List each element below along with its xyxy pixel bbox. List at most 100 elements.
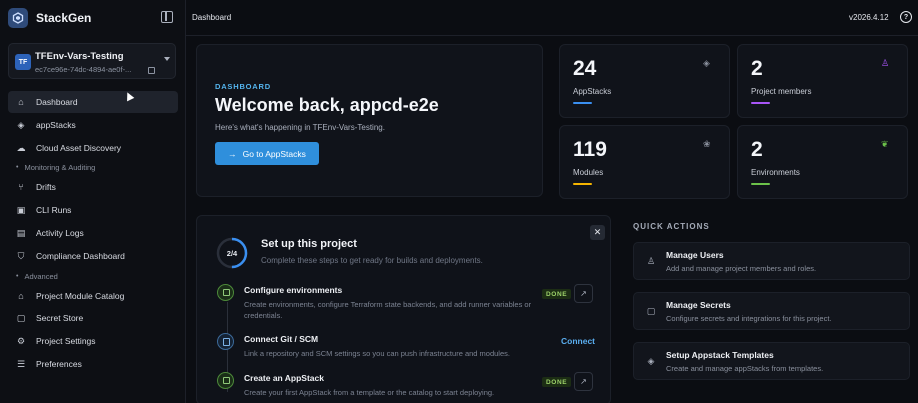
- welcome-subtitle: Here's what's happening in TFEnv-Vars-Te…: [215, 123, 385, 132]
- sidebar-item-label: appStacks: [36, 119, 76, 130]
- quick-action-name: Manage Secrets: [666, 300, 731, 310]
- shield-icon: ⛉: [17, 250, 25, 261]
- terminal-icon: ▣: [16, 205, 26, 216]
- version-label: v2026.4.12: [849, 13, 889, 22]
- breadcrumb[interactable]: Dashboard: [192, 13, 231, 22]
- stat-card-modules[interactable]: 119 Modules ❀: [559, 125, 730, 199]
- stat-card-environments[interactable]: 2 Environments ❦: [737, 125, 908, 199]
- quick-action-desc: Create and manage appStacks from templat…: [666, 364, 824, 373]
- sidebar-item-secret-store[interactable]: ▢ Secret Store: [8, 307, 178, 329]
- progress-text: 2/4: [226, 248, 238, 258]
- step-done-icon: [217, 372, 234, 389]
- sidebar-item-label: Preferences: [36, 358, 82, 369]
- sidebar-item-project-module-catalog[interactable]: ⌂ Project Module Catalog: [8, 285, 178, 307]
- quick-action-manage-secrets[interactable]: ▢ Manage Secrets Configure secrets and i…: [633, 292, 910, 330]
- modules-icon: ❀: [703, 139, 711, 149]
- button-label: Go to AppStacks: [242, 148, 306, 159]
- stat-card-appstacks[interactable]: 24 AppStacks ◈: [559, 44, 730, 118]
- sidebar-nav: ⌂ Dashboard ◈ appStacks ☁ Cloud Asset Di…: [8, 91, 178, 376]
- section-label: Monitoring & Auditing: [24, 163, 96, 173]
- quick-actions-title: QUICK ACTIONS: [633, 222, 710, 231]
- sidebar-item-appstacks[interactable]: ◈ appStacks: [8, 114, 178, 136]
- quick-action-name: Manage Users: [666, 250, 724, 260]
- stat-label: Modules: [573, 168, 604, 177]
- quick-action-desc: Add and manage project members and roles…: [666, 264, 817, 273]
- section-label: Advanced: [24, 271, 58, 281]
- copy-icon[interactable]: [148, 67, 155, 74]
- quick-action-manage-users[interactable]: ♙ Manage Users Add and manage project me…: [633, 242, 910, 280]
- collapse-icon: •: [16, 272, 19, 280]
- sidebar-item-label: Drifts: [36, 182, 56, 193]
- project-name: TFEnv-Vars-Testing: [35, 51, 124, 62]
- step-title: Connect Git / SCM: [244, 334, 319, 344]
- quick-action-name: Setup Appstack Templates: [666, 350, 774, 360]
- sliders-icon: ☰: [16, 358, 26, 369]
- layers-icon: ◈: [17, 119, 25, 130]
- stat-value: 2: [751, 57, 763, 80]
- sidebar-item-preferences[interactable]: ☰ Preferences: [8, 353, 178, 375]
- collapse-sidebar-icon[interactable]: [161, 11, 173, 23]
- close-icon[interactable]: ✕: [590, 225, 605, 240]
- section-monitoring[interactable]: • Monitoring & Auditing: [8, 159, 178, 176]
- sidebar: StackGen TF TFEnv-Vars-Testing ec7ce96e-…: [0, 0, 186, 403]
- lock-icon: ▢: [646, 306, 656, 316]
- sidebar-item-label: Cloud Asset Discovery: [36, 142, 122, 153]
- sidebar-item-dashboard[interactable]: ⌂ Dashboard: [8, 91, 178, 113]
- step-desc: Link a repository and SCM settings so yo…: [244, 349, 510, 358]
- go-to-appstacks-button[interactable]: → Go to AppStacks: [215, 142, 319, 165]
- chevron-down-icon[interactable]: [164, 57, 170, 61]
- step-desc: Create your first AppStack from a templa…: [244, 388, 495, 397]
- arrow-right-icon: →: [228, 148, 237, 159]
- brand[interactable]: StackGen: [8, 8, 91, 28]
- welcome-kicker: DASHBOARD: [215, 82, 271, 91]
- stat-card-project-members[interactable]: 2 Project members ♙: [737, 44, 908, 118]
- sidebar-item-cloud-asset-discovery[interactable]: ☁ Cloud Asset Discovery: [8, 137, 178, 159]
- sidebar-item-drifts[interactable]: ⑂ Drifts: [8, 176, 178, 198]
- sidebar-item-compliance-dashboard[interactable]: ⛉ Compliance Dashboard: [8, 245, 178, 267]
- sidebar-item-label: Project Module Catalog: [36, 290, 125, 301]
- section-advanced[interactable]: • Advanced: [8, 268, 178, 285]
- branch-icon: ⑂: [18, 182, 24, 193]
- stat-accent-bar: [751, 102, 770, 104]
- step-desc: Create environments, configure Terraform…: [244, 300, 532, 320]
- home-icon: ⌂: [18, 97, 24, 107]
- user-icon: ♙: [881, 58, 890, 68]
- sidebar-item-label: Project Settings: [36, 336, 96, 347]
- log-icon: ▤: [16, 227, 26, 238]
- step-done-icon: [217, 284, 234, 301]
- sidebar-item-label: Secret Store: [36, 313, 84, 324]
- quick-action-setup-templates[interactable]: ◈ Setup Appstack Templates Create and ma…: [633, 342, 910, 380]
- welcome-card: DASHBOARD Welcome back, appcd-e2e Here's…: [196, 44, 543, 197]
- stat-accent-bar: [573, 102, 592, 104]
- stat-value: 2: [751, 138, 763, 161]
- stat-label: Project members: [751, 87, 812, 96]
- sidebar-item-activity-logs[interactable]: ▤ Activity Logs: [8, 222, 178, 244]
- sidebar-item-cli-runs[interactable]: ▣ CLI Runs: [8, 199, 178, 221]
- sidebar-item-label: Compliance Dashboard: [36, 250, 125, 261]
- layers-icon: ◈: [647, 356, 655, 366]
- page-title: Welcome back, appcd-e2e: [215, 95, 439, 115]
- sidebar-item-label: CLI Runs: [36, 205, 72, 216]
- step-title: Create an AppStack: [244, 373, 324, 383]
- external-link-icon[interactable]: ↗: [574, 284, 593, 303]
- stat-accent-bar: [573, 183, 592, 185]
- layers-icon: ◈: [703, 58, 710, 68]
- lock-icon: ▢: [16, 313, 26, 324]
- external-link-icon[interactable]: ↗: [574, 372, 593, 391]
- brand-name: StackGen: [36, 11, 92, 25]
- user-icon: ♙: [646, 256, 656, 266]
- setup-project-card: 2/4 Set up this project Complete these s…: [196, 215, 611, 403]
- leaf-icon: ❦: [881, 139, 889, 149]
- help-icon[interactable]: ?: [900, 11, 912, 23]
- stat-label: Environments: [751, 168, 800, 177]
- stat-value: 119: [573, 138, 607, 161]
- sidebar-item-project-settings[interactable]: ⚙ Project Settings: [8, 330, 178, 352]
- gear-icon: ⚙: [16, 336, 26, 347]
- connect-link[interactable]: Connect: [561, 336, 595, 346]
- status-badge: DONE: [542, 377, 572, 387]
- quick-action-desc: Configure secrets and integrations for t…: [666, 314, 832, 323]
- sidebar-item-label: Dashboard: [36, 97, 78, 107]
- project-switcher[interactable]: TF TFEnv-Vars-Testing ec7ce96e-74dc-4894…: [8, 43, 176, 79]
- setup-title: Set up this project: [261, 238, 357, 250]
- stackgen-logo-icon: [8, 8, 28, 28]
